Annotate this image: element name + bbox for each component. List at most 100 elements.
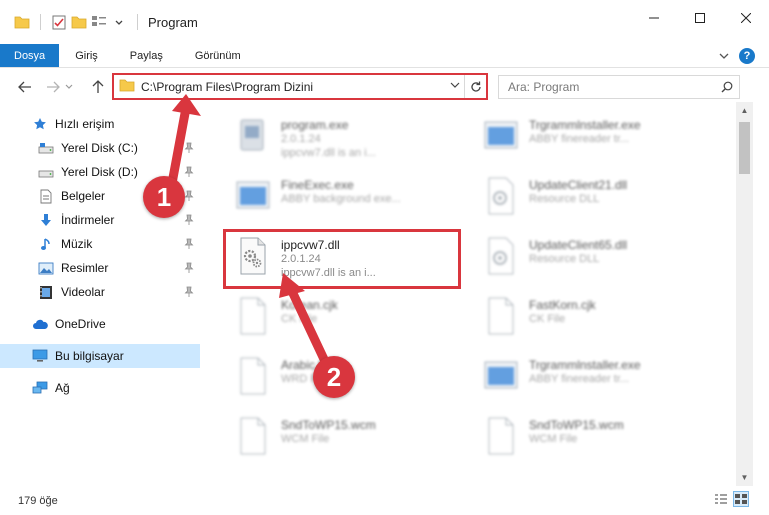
sidebar-item-videos[interactable]: Videolar xyxy=(0,280,200,304)
close-button[interactable] xyxy=(723,0,769,36)
expand-ribbon-icon[interactable] xyxy=(719,49,729,63)
pin-icon[interactable] xyxy=(184,238,194,250)
drive-icon xyxy=(38,140,54,156)
step-1-badge: 1 xyxy=(143,176,185,218)
up-button[interactable] xyxy=(85,74,111,100)
search-input[interactable]: Ara: Program xyxy=(499,80,715,94)
navigation-pane: Hızlı erişim Yerel Disk (C:) Yerel Disk … xyxy=(0,108,200,453)
documents-icon xyxy=(38,188,54,204)
file-highlight-box xyxy=(223,229,461,289)
search-icon[interactable] xyxy=(715,81,739,93)
details-view-icon xyxy=(715,494,727,504)
back-button[interactable] xyxy=(12,74,38,100)
refresh-button[interactable] xyxy=(464,75,486,98)
chevron-down-icon[interactable] xyxy=(111,14,127,30)
address-path[interactable]: C:\Program Files\Program Dizini xyxy=(141,80,446,94)
file-name: UpdateClient65.dll xyxy=(529,238,628,252)
pin-icon[interactable] xyxy=(184,214,194,226)
up-arrow-icon xyxy=(92,80,104,93)
ribbon-tabs: Dosya Giriş Paylaş Görünüm ? xyxy=(0,44,769,68)
file-description: WCM File xyxy=(529,433,578,445)
dll-icon xyxy=(488,177,514,215)
file-description: WCM File xyxy=(281,433,330,445)
sidebar-item-network[interactable]: Ağ xyxy=(0,376,200,400)
videos-icon xyxy=(38,284,54,300)
minimize-button[interactable] xyxy=(631,0,677,36)
tab-share[interactable]: Paylaş xyxy=(114,44,179,67)
drive-icon xyxy=(38,164,54,180)
pin-icon[interactable] xyxy=(184,262,194,274)
address-history-button[interactable] xyxy=(446,81,464,92)
blank-file-icon xyxy=(240,417,266,455)
file-item[interactable]: Korean.cjk CK File xyxy=(209,288,449,344)
sidebar-item-label: Yerel Disk (C:) xyxy=(61,141,138,155)
pin-icon[interactable] xyxy=(184,190,194,202)
customize-toolbar-icon[interactable] xyxy=(91,14,107,30)
sidebar-item-label: İndirmeler xyxy=(61,213,115,227)
file-description: Resource DLL xyxy=(529,193,600,205)
scroll-up-button[interactable]: ▲ xyxy=(736,102,753,119)
music-icon xyxy=(38,236,54,252)
file-item[interactable]: Trgrammlnstaller.exe ABBY finereader tr.… xyxy=(457,348,697,404)
vertical-scrollbar[interactable]: ▲ ▼ xyxy=(736,102,753,486)
pin-icon[interactable] xyxy=(184,286,194,298)
scrollbar-thumb[interactable] xyxy=(739,122,750,174)
recent-locations-button[interactable] xyxy=(62,74,76,100)
sidebar-item-onedrive[interactable]: OneDrive xyxy=(0,312,200,336)
file-item[interactable]: FineExec.exe ABBY background exe... xyxy=(209,168,449,224)
sidebar-item-this-pc[interactable]: Bu bilgisayar xyxy=(0,344,200,368)
sidebar-item-label: Hızlı erişim xyxy=(55,117,115,131)
close-icon xyxy=(741,13,751,23)
sidebar-item-label: Müzik xyxy=(61,237,93,251)
file-item[interactable]: UpdateClient21.dll Resource DLL xyxy=(457,168,697,224)
details-view-button[interactable] xyxy=(713,491,729,507)
pictures-icon xyxy=(38,260,54,276)
sidebar-item-music[interactable]: Müzik xyxy=(0,232,200,256)
help-button[interactable]: ? xyxy=(739,48,755,64)
toolbar-separator xyxy=(137,14,138,30)
file-name: Trgrammlnstaller.exe xyxy=(529,118,641,132)
address-bar[interactable]: C:\Program Files\Program Dizini xyxy=(112,73,488,100)
file-item[interactable]: UpdateClient65.dll Resource DLL xyxy=(457,228,697,284)
file-explorer-window: Program Dosya Giriş Paylaş Görünüm ? C:\… xyxy=(0,0,769,515)
file-name: UpdateClient21.dll xyxy=(529,178,628,192)
sidebar-item-label: Belgeler xyxy=(61,189,106,203)
file-item[interactable]: program.exe 2.0.1.24 ippcvw7.dll is an i… xyxy=(209,108,449,164)
file-item[interactable]: Trgrammlnstaller.exe ABBY finereader tr.… xyxy=(457,108,697,164)
file-description: ABBY finereader tr... xyxy=(529,133,630,145)
file-description: ABBY finereader tr... xyxy=(529,373,630,385)
tiles-view-button[interactable] xyxy=(733,491,749,507)
scroll-down-button[interactable]: ▼ xyxy=(736,469,753,486)
search-box[interactable]: Ara: Program xyxy=(498,75,740,99)
blank-file-icon xyxy=(240,297,266,335)
file-name: FastKorn.cjk xyxy=(529,298,596,312)
properties-icon[interactable] xyxy=(51,14,67,30)
pin-icon[interactable] xyxy=(184,142,194,154)
sidebar-item-local-disk-c[interactable]: Yerel Disk (C:) xyxy=(0,136,200,160)
title-bar: Program xyxy=(0,0,769,44)
pin-icon[interactable] xyxy=(184,166,194,178)
sidebar-item-label: OneDrive xyxy=(55,317,106,331)
window-controls xyxy=(631,0,769,36)
window-title: Program xyxy=(148,14,198,30)
blank-file-icon xyxy=(488,297,514,335)
tab-home[interactable]: Giriş xyxy=(59,44,114,67)
sidebar-item-label: Resimler xyxy=(61,261,109,275)
file-description: Resource DLL xyxy=(529,253,600,265)
cloud-icon xyxy=(32,316,48,332)
tab-file[interactable]: Dosya xyxy=(0,44,60,67)
new-folder-icon[interactable] xyxy=(71,14,87,30)
app-window-icon xyxy=(484,121,518,149)
file-description: CK File xyxy=(529,313,566,325)
chevron-down-icon xyxy=(450,82,460,88)
tab-view[interactable]: Görünüm xyxy=(179,44,257,67)
file-item[interactable]: FastKorn.cjk CK File xyxy=(457,288,697,344)
file-item[interactable]: SndToWP15.wcm WCM File xyxy=(457,408,697,464)
tiles-view-icon xyxy=(735,494,747,504)
sidebar-item-quick-access[interactable]: Hızlı erişim xyxy=(0,112,200,136)
folder-icon xyxy=(119,78,135,95)
sidebar-item-pictures[interactable]: Resimler xyxy=(0,256,200,280)
maximize-button[interactable] xyxy=(677,0,723,36)
navigation-bar: C:\Program Files\Program Dizini Ara: Pro… xyxy=(0,72,769,102)
file-item[interactable]: SndToWP15.wcm WCM File xyxy=(209,408,449,464)
